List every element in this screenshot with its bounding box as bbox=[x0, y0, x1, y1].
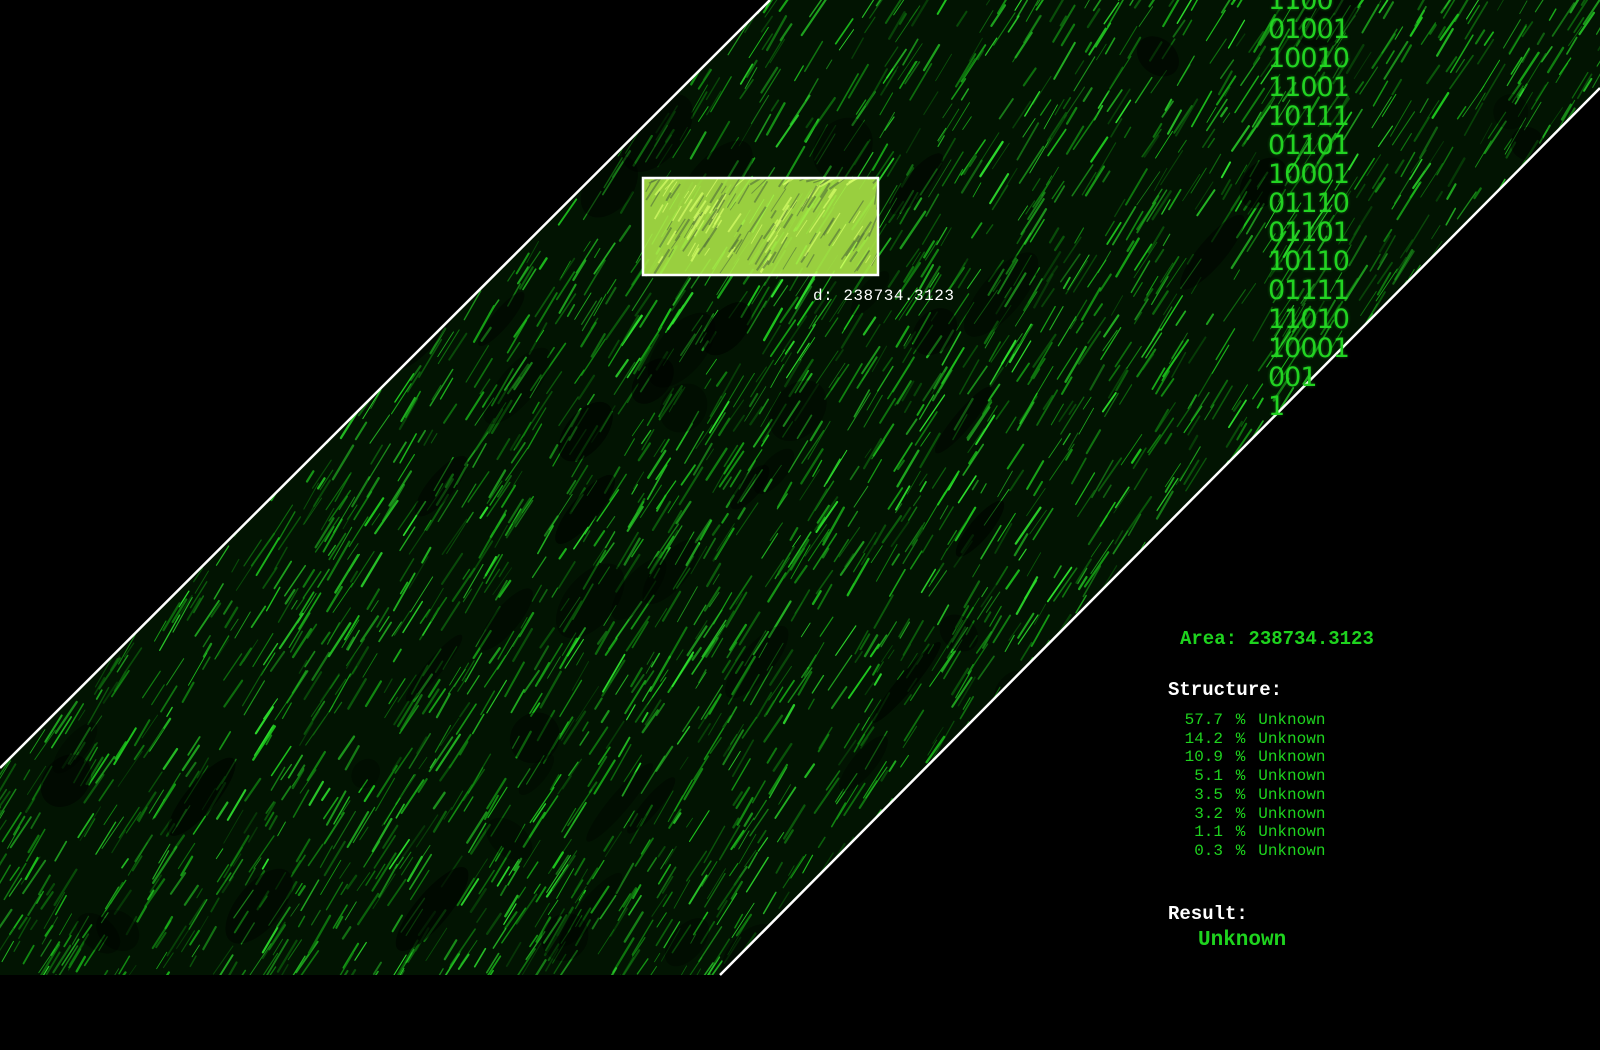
binary-line: 01110 bbox=[1268, 188, 1350, 219]
structure-class-name: Unknown bbox=[1258, 823, 1326, 842]
structure-class-name: Unknown bbox=[1258, 804, 1326, 823]
binary-line: 10110 bbox=[1268, 246, 1350, 277]
structure-list: 57.7 % Unknown 14.2 % Unknown 10.9 % Unkno… bbox=[1168, 711, 1326, 861]
structure-percent-sign: % bbox=[1235, 841, 1246, 860]
structure-row: 10.9 % Unknown bbox=[1168, 748, 1326, 767]
binary-line: 01111 bbox=[1268, 275, 1350, 306]
structure-percent: 57.7 bbox=[1184, 711, 1223, 729]
structure-title: Structure: bbox=[1168, 679, 1283, 701]
structure-class-name: Unknown bbox=[1258, 841, 1326, 860]
structure-percent-sign: % bbox=[1235, 785, 1246, 804]
selection-box[interactable] bbox=[641, 176, 880, 277]
binary-line: 01101 bbox=[1268, 130, 1350, 161]
structure-percent-sign: % bbox=[1235, 748, 1246, 767]
structure-class-name: Unknown bbox=[1258, 767, 1326, 786]
binary-line: 10001 bbox=[1268, 159, 1350, 190]
distance-prefix: d: bbox=[813, 287, 834, 305]
structure-percent: 5.1 bbox=[1194, 767, 1223, 786]
structure-row: 57.7 % Unknown bbox=[1168, 711, 1326, 730]
distance-value: 238734.3123 bbox=[843, 287, 955, 305]
structure-row: 14.2 % Unknown bbox=[1168, 729, 1326, 749]
structure-row: 0.3 % Unknown bbox=[1168, 842, 1325, 861]
binary-stream: 1100 01001 10010 11001 10111 01101 10001 01110 0… bbox=[1268, 0, 1358, 421]
structure-percent: 1.1 bbox=[1194, 823, 1223, 842]
structure-percent: 3.2 bbox=[1194, 804, 1223, 823]
selection-distance-label: d: 238734.3123 bbox=[813, 287, 954, 305]
binary-line: 001 bbox=[1268, 362, 1318, 393]
binary-line: 11001 bbox=[1268, 72, 1350, 103]
structure-percent-sign: % bbox=[1235, 823, 1246, 842]
area-label: Area: bbox=[1180, 628, 1238, 650]
binary-line: 01101 bbox=[1268, 217, 1350, 248]
structure-percent-sign: % bbox=[1235, 767, 1246, 786]
structure-row: 1.1 % Unknown bbox=[1168, 823, 1325, 842]
binary-line: 01001 bbox=[1268, 14, 1350, 45]
binary-line: 10010 bbox=[1268, 43, 1350, 74]
result-title: Result: bbox=[1168, 903, 1248, 925]
structure-class-name: Unknown bbox=[1258, 729, 1326, 748]
structure-row: 5.1 % Unknown bbox=[1168, 767, 1325, 786]
binary-line: 1100 bbox=[1268, 0, 1334, 16]
area-value: 238734.3123 bbox=[1248, 628, 1374, 650]
structure-class-name: Unknown bbox=[1258, 785, 1326, 804]
structure-class-name: Unknown bbox=[1258, 711, 1326, 729]
binary-line: 11010 bbox=[1268, 304, 1350, 335]
area-readout: Area: 238734.3123 bbox=[1180, 628, 1374, 650]
analysis-panel: Area: 238734.3123 Structure: 57.7 % Unkn… bbox=[1168, 628, 1468, 958]
structure-class-name: Unknown bbox=[1258, 748, 1326, 767]
binary-line: 10111 bbox=[1268, 101, 1350, 132]
result-value: Unknown bbox=[1198, 929, 1287, 952]
structure-percent-sign: % bbox=[1235, 729, 1246, 748]
structure-percent-sign: % bbox=[1235, 711, 1246, 729]
structure-row: 3.5 % Unknown bbox=[1168, 786, 1325, 805]
structure-percent: 10.9 bbox=[1184, 748, 1223, 767]
binary-line: 10001 bbox=[1268, 333, 1350, 364]
binary-line: 1 bbox=[1268, 391, 1285, 422]
structure-percent: 0.3 bbox=[1194, 841, 1223, 860]
structure-row: 3.2 % Unknown bbox=[1168, 805, 1325, 824]
structure-percent: 14.2 bbox=[1184, 729, 1223, 748]
structure-percent-sign: % bbox=[1235, 804, 1246, 823]
structure-percent: 3.5 bbox=[1194, 785, 1223, 804]
